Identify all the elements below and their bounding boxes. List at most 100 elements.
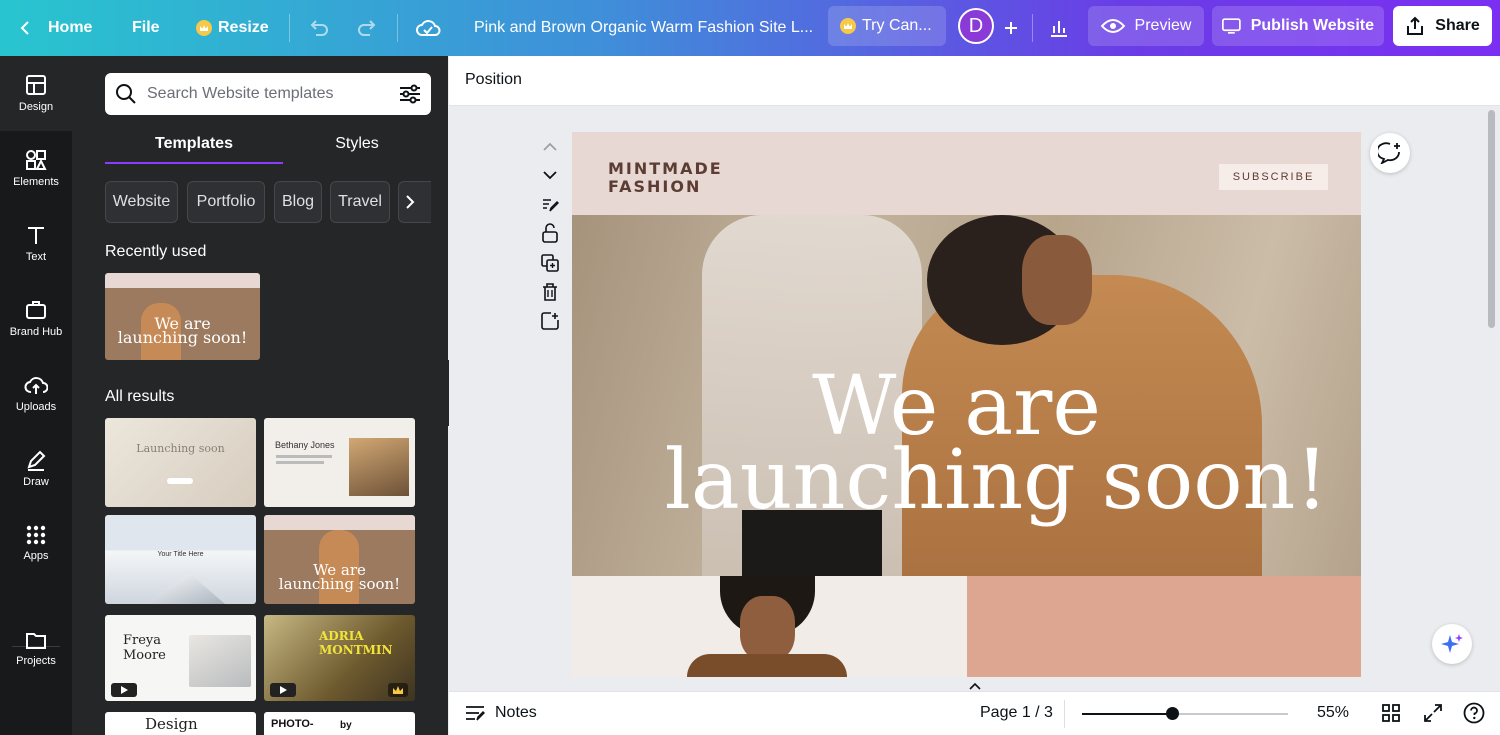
top-toolbar: Home File Resize Pink and Brown Organic … xyxy=(0,0,1500,56)
terracotta-block[interactable] xyxy=(967,576,1361,677)
template-thumbnail[interactable]: Bethany Jones xyxy=(264,418,415,507)
chevron-right-icon xyxy=(406,195,415,209)
chip-portfolio[interactable]: Portfolio xyxy=(187,181,265,223)
thumb-line xyxy=(276,455,332,458)
position-button[interactable]: Position xyxy=(465,71,522,89)
rail-label: Uploads xyxy=(15,401,57,413)
rail-item-text[interactable]: Text xyxy=(0,206,72,281)
add-collaborator-button[interactable] xyxy=(1000,0,1022,56)
rail-item-draw[interactable]: Draw xyxy=(0,431,72,506)
thumb-text: ADRIA MONTMIN xyxy=(319,629,393,657)
search-icon xyxy=(116,84,136,104)
chevron-down-icon xyxy=(543,171,557,180)
panel-gutter xyxy=(72,56,88,735)
divider xyxy=(289,14,290,42)
rail-item-elements[interactable]: Elements xyxy=(0,131,72,206)
thumb-photo xyxy=(189,635,251,687)
redo-button[interactable] xyxy=(356,0,378,56)
home-button[interactable]: Home xyxy=(18,0,92,56)
thumb-line: Moore xyxy=(123,648,166,663)
filter-sliders-icon[interactable] xyxy=(399,84,421,104)
add-comment-button[interactable] xyxy=(1370,133,1410,173)
rail-label: Text xyxy=(25,251,47,263)
chips-next-button[interactable] xyxy=(398,181,431,223)
chip-website[interactable]: Website xyxy=(105,181,178,223)
preview-button[interactable]: Preview xyxy=(1088,6,1204,46)
zoom-slider-handle[interactable] xyxy=(1166,707,1179,720)
insights-button[interactable] xyxy=(1048,0,1070,56)
home-label: Home xyxy=(48,19,93,36)
rail-item-apps[interactable]: Apps xyxy=(0,506,72,581)
headline[interactable]: We are launching soon! xyxy=(572,366,1361,522)
side-rail: Design Elements Text Brand Hub Uploads D… xyxy=(0,56,72,735)
tab-styles[interactable]: Styles xyxy=(283,124,431,164)
move-page-down-button[interactable] xyxy=(540,165,560,185)
rail-item-design[interactable]: Design xyxy=(0,56,72,131)
chip-blog[interactable]: Blog xyxy=(274,181,322,223)
thumb-photo xyxy=(349,438,409,496)
canvas-area: MINTMADE FASHION SUBSCRIBE We are launch… xyxy=(449,107,1500,691)
template-thumbnail[interactable]: Freya Moore xyxy=(105,615,256,701)
template-thumbnail[interactable]: We are launching soon! xyxy=(264,515,415,604)
rail-label: Brand Hub xyxy=(9,326,63,338)
share-button[interactable]: Share xyxy=(1393,6,1492,46)
thumb-text: Launching soon xyxy=(136,442,225,455)
page-notes-button[interactable] xyxy=(540,195,560,215)
brand-logo[interactable]: MINTMADE FASHION xyxy=(608,160,723,196)
add-page-icon xyxy=(541,312,559,330)
chip-travel[interactable]: Travel xyxy=(330,181,390,223)
thumb-text: We are launching soon! xyxy=(264,563,415,592)
template-thumbnail[interactable]: PHOTO- by xyxy=(264,712,415,735)
thumb-text: We are launching soon! xyxy=(105,316,260,346)
document-title[interactable]: Pink and Brown Organic Warm Fashion Site… xyxy=(474,0,813,56)
cloud-check-icon xyxy=(416,20,441,36)
hero-photo[interactable]: We are launching soon! xyxy=(572,215,1361,576)
chevron-up-icon xyxy=(543,142,557,151)
rail-item-uploads[interactable]: Uploads xyxy=(0,356,72,431)
add-page-button[interactable] xyxy=(540,311,560,331)
delete-page-button[interactable] xyxy=(540,282,560,302)
design-page[interactable]: MINTMADE FASHION SUBSCRIBE We are launch… xyxy=(572,132,1361,677)
brand-line: FASHION xyxy=(608,177,702,196)
template-thumbnail[interactable]: Your Title Here xyxy=(105,515,256,604)
grid-view-button[interactable] xyxy=(1381,703,1401,728)
resize-button[interactable]: Resize xyxy=(196,0,269,56)
try-pro-button[interactable]: Try Can... xyxy=(828,6,946,46)
recent-template-thumbnail[interactable]: We are launching soon! xyxy=(105,273,260,360)
page-indicator[interactable]: Page 1 / 3 xyxy=(980,704,1053,722)
canvas-scrollbar[interactable] xyxy=(1488,110,1495,328)
duplicate-page-button[interactable] xyxy=(540,253,560,273)
rail-label: Elements xyxy=(13,176,59,188)
lower-photo-panel[interactable] xyxy=(572,576,967,677)
template-thumbnail[interactable]: Launching soon xyxy=(105,418,256,507)
divider xyxy=(397,14,398,42)
template-thumbnail[interactable]: Design xyxy=(105,712,256,735)
magic-assistant-button[interactable] xyxy=(1432,624,1472,664)
video-play-icon xyxy=(270,683,296,697)
thumb-text: Design xyxy=(145,715,198,733)
thumb-line: MONTMIN xyxy=(319,643,393,657)
fullscreen-button[interactable] xyxy=(1423,703,1443,728)
search-box[interactable]: Search Website templates xyxy=(105,73,431,115)
subscribe-button[interactable]: SUBSCRIBE xyxy=(1219,164,1328,190)
publish-website-button[interactable]: Publish Website xyxy=(1212,6,1384,46)
rail-item-projects[interactable]: Projects xyxy=(0,611,72,686)
tab-templates[interactable]: Templates xyxy=(105,124,283,164)
avatar[interactable]: D xyxy=(958,8,994,44)
notes-button[interactable]: Notes xyxy=(465,704,537,722)
cloud-upload-icon xyxy=(24,377,48,394)
model-shoulders xyxy=(687,654,847,677)
template-thumbnail[interactable]: ADRIA MONTMIN xyxy=(264,615,415,701)
save-status-button[interactable] xyxy=(415,0,441,56)
grid-view-icon xyxy=(1382,704,1400,722)
help-button[interactable] xyxy=(1463,702,1485,729)
search-input[interactable]: Search Website templates xyxy=(147,85,399,103)
zoom-level[interactable]: 55% xyxy=(1317,704,1349,722)
thumb-text: by xyxy=(340,720,352,731)
move-page-up-button[interactable] xyxy=(540,137,560,157)
undo-button[interactable] xyxy=(308,0,330,56)
divider xyxy=(1064,700,1065,728)
lock-page-button[interactable] xyxy=(540,223,560,243)
rail-item-brand-hub[interactable]: Brand Hub xyxy=(0,281,72,356)
file-menu[interactable]: File xyxy=(132,0,160,56)
